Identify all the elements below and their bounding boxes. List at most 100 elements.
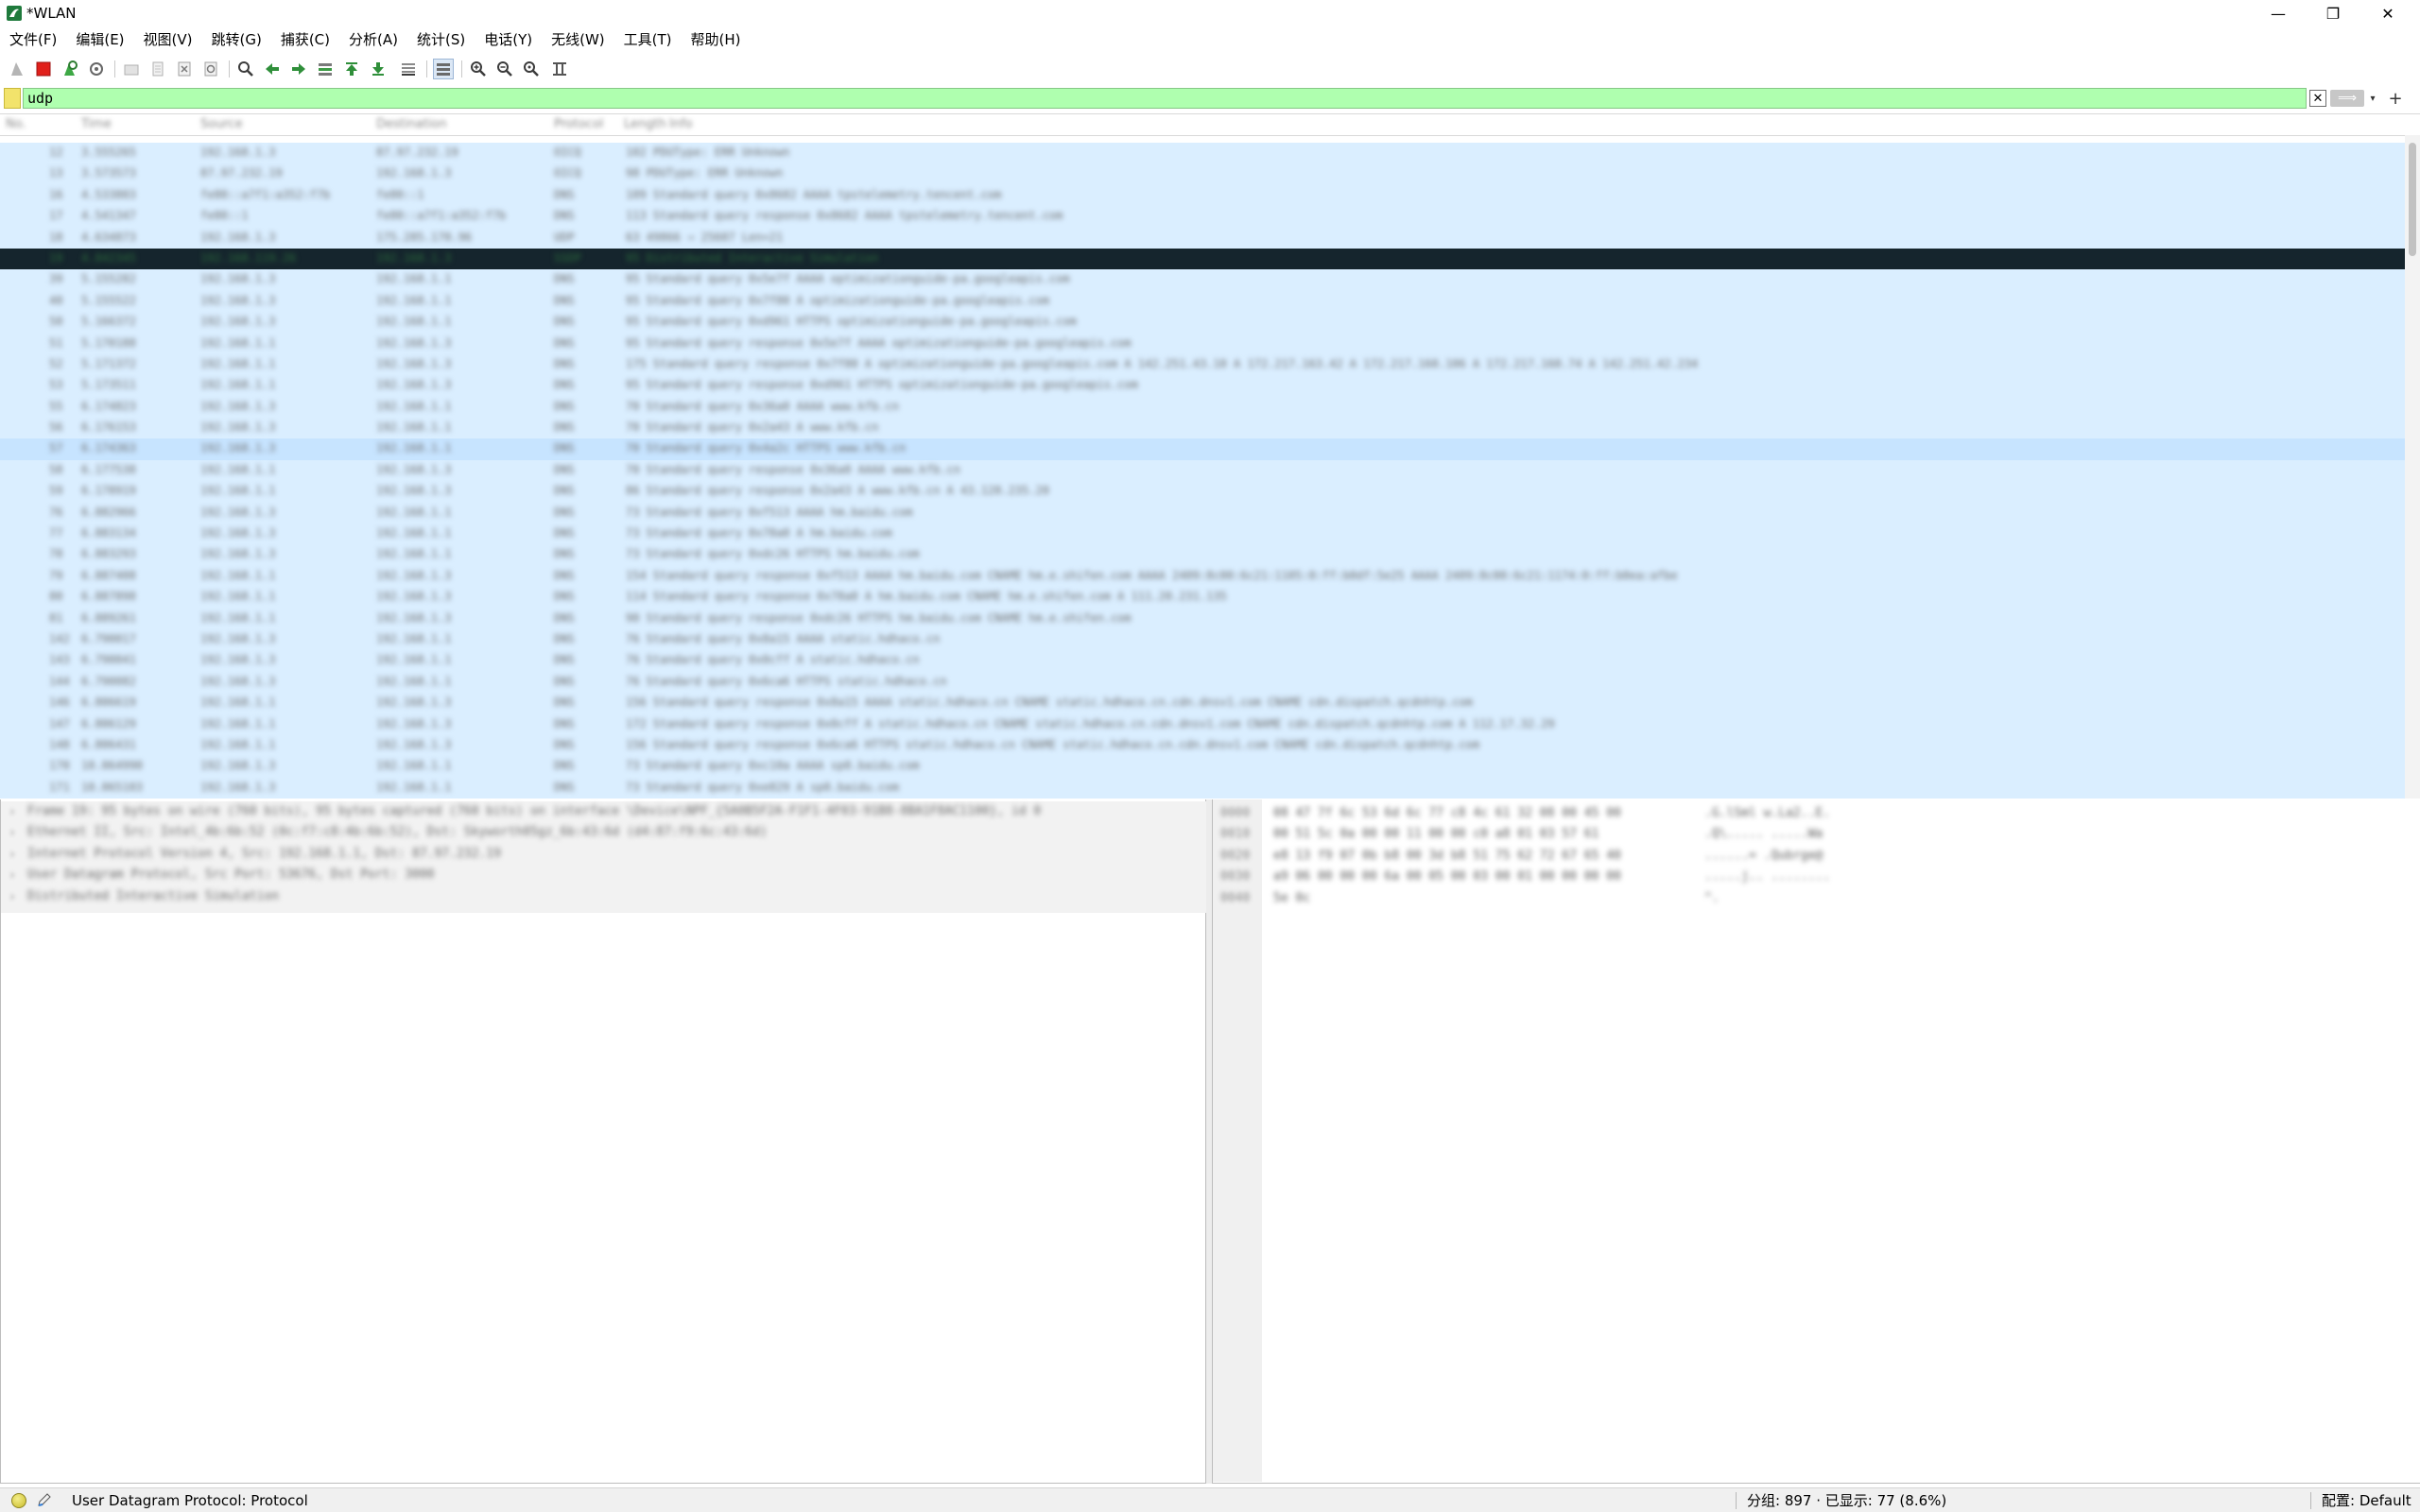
save-file-icon[interactable] <box>147 59 168 79</box>
packet-row[interactable]: 170 10.064990 192.168.1.3 192.168.1.1 DNS 73 … <box>0 756 2405 778</box>
packet-row[interactable]: 16 4.533803 fe80::a7f1:a352:f7b fe80::1 DNS 1… <box>0 184 2405 207</box>
menu-capture[interactable]: 捕获(C) <box>271 28 337 51</box>
packet-row[interactable]: 52 5.171372 192.168.1.1 192.168.1.3 DNS 175 S… <box>0 353 2405 376</box>
column-info[interactable]: Info <box>669 117 693 131</box>
shark-fin-start-icon[interactable] <box>7 59 27 79</box>
reload-file-icon[interactable] <box>200 59 221 79</box>
open-file-icon[interactable] <box>121 59 142 79</box>
column-no[interactable]: No. <box>6 117 26 131</box>
packet-row[interactable]: 171 10.065103 192.168.1.3 192.168.1.1 DNS 73 … <box>0 777 2405 799</box>
bookmark-icon[interactable] <box>4 88 21 109</box>
find-packet-icon[interactable] <box>235 59 256 79</box>
detail-tree-item[interactable]: › Internet Protocol Version 4, Src: 192.1… <box>1 844 1207 865</box>
clear-filter-button[interactable]: ✕ <box>2309 90 2326 107</box>
apply-filter-button[interactable]: ⟹ <box>2330 90 2364 107</box>
zoom-in-icon[interactable] <box>468 59 489 79</box>
packet-row[interactable]: 142 6.790017 192.168.1.3 192.168.1.1 DNS 76 S… <box>0 628 2405 651</box>
detail-tree-item[interactable]: › Ethernet II, Src: Intel_4b:6b:52 (0c:f7… <box>1 822 1207 843</box>
maximize-button[interactable]: ❐ <box>2306 0 2360 26</box>
packet-row[interactable]: 39 5.155282 192.168.1.3 192.168.1.1 DNS 95 St… <box>0 269 2405 291</box>
packet-row[interactable]: 51 5.170188 192.168.1.1 192.168.1.3 DNS 95 St… <box>0 333 2405 354</box>
packet-row[interactable]: 17 4.541347 fe80::1 fe80::a7f1:a352:f7b DNS 1… <box>0 206 2405 228</box>
add-filter-button[interactable]: + <box>2386 88 2405 109</box>
packet-row[interactable]: 18 4.634873 192.168.1.3 175.285.170.96 UDP 63… <box>0 227 2405 249</box>
packet-row[interactable]: 57 6.174363 192.168.1.3 192.168.1.1 DNS 70 St… <box>0 438 2405 460</box>
expand-chevron-icon[interactable]: › <box>9 848 16 862</box>
filter-history-dropdown[interactable]: ▾ <box>2366 90 2379 107</box>
column-protocol[interactable]: Protocol <box>554 117 603 131</box>
detail-tree-item[interactable]: › User Datagram Protocol, Src Port: 53676… <box>1 865 1207 885</box>
packet-row[interactable]: 76 6.882966 192.168.1.3 192.168.1.1 DNS 73 St… <box>0 502 2405 524</box>
column-source[interactable]: Source <box>200 117 243 131</box>
packet-row[interactable]: 56 6.176153 192.168.1.3 192.168.1.1 DNS 70 St… <box>0 418 2405 439</box>
expand-chevron-icon[interactable]: › <box>9 890 16 904</box>
packet-row[interactable]: 53 5.173511 192.168.1.1 192.168.1.3 DNS 95 St… <box>0 375 2405 397</box>
packet-row[interactable]: 58 6.177538 192.168.1.1 192.168.1.3 DNS 70 St… <box>0 459 2405 482</box>
packet-row[interactable]: 144 6.790082 192.168.1.3 192.168.1.1 DNS 76 S… <box>0 671 2405 694</box>
packet-row[interactable]: 40 5.155522 192.168.1.3 192.168.1.1 DNS 95 St… <box>0 290 2405 313</box>
column-time[interactable]: Time <box>81 117 112 131</box>
display-filter-input[interactable] <box>23 88 2307 109</box>
menu-wireless[interactable]: 无线(W) <box>542 28 613 51</box>
zoom-reset-icon[interactable] <box>521 59 542 79</box>
column-destination[interactable]: Destination <box>376 117 447 131</box>
autoscroll-icon[interactable] <box>398 59 419 79</box>
packet-row[interactable]: 143 6.790041 192.168.1.3 192.168.1.1 DNS 76 S… <box>0 650 2405 672</box>
expand-chevron-icon[interactable]: › <box>9 805 16 819</box>
resize-columns-icon[interactable] <box>549 59 570 79</box>
packet-row[interactable]: 59 6.178919 192.168.1.1 192.168.1.3 DNS 86 St… <box>0 481 2405 503</box>
packet-row[interactable]: 55 6.174823 192.168.1.3 192.168.1.1 DNS 70 St… <box>0 396 2405 419</box>
minimize-button[interactable]: — <box>2251 0 2306 26</box>
hex-dump-line[interactable]: 0030 a9 06 00 00 00 6a 00 05 00 03 00 01 … <box>1213 867 2420 887</box>
detail-tree-item[interactable]: › Distributed Interactive Simulation <box>1 886 1207 907</box>
hex-dump-line[interactable]: 0010 00 51 5c 0a 00 00 11 00 00 c0 a8 01 … <box>1213 824 2420 845</box>
hex-dump-line[interactable]: 0000 08 47 7f 6c 53 6d 6c 77 c8 4c 61 32 … <box>1213 803 2420 824</box>
packet-src-cell: 192.168.1.3 <box>200 780 276 794</box>
packet-row[interactable]: 12 3.555265 192.168.1.3 87.97.232.19 OICQ 102… <box>0 143 2405 164</box>
packet-row[interactable]: 81 6.889261 192.168.1.1 192.168.1.3 DNS 90 St… <box>0 608 2405 629</box>
hex-dump-line[interactable]: 0040 5e 0c ^. <box>1213 888 2420 909</box>
status-profile[interactable]: 配置: Default <box>2322 1492 2411 1509</box>
packet-row[interactable]: 77 6.883134 192.168.1.3 192.168.1.1 DNS 73 St… <box>0 524 2405 545</box>
expert-info-icon[interactable] <box>11 1493 26 1508</box>
column-length[interactable]: Length <box>624 117 666 131</box>
packet-row[interactable]: 147 6.806129 192.168.1.1 192.168.1.3 DNS 172 … <box>0 713 2405 735</box>
packet-row[interactable]: 146 6.806619 192.168.1.1 192.168.1.3 DNS 156 … <box>0 693 2405 714</box>
packet-row[interactable]: 79 6.887408 192.168.1.1 192.168.1.3 DNS 154 S… <box>0 565 2405 588</box>
menu-help[interactable]: 帮助(H) <box>682 28 749 51</box>
zoom-out-icon[interactable] <box>494 59 515 79</box>
packet-info-cell: 70 Standard query 0x2a43 A www.kfb.cn <box>626 421 879 435</box>
packet-row[interactable]: 50 5.166372 192.168.1.3 192.168.1.1 DNS 95 St… <box>0 312 2405 334</box>
packet-row[interactable]: 19 4.842345 192.168.119.26 192.168.1.3 SSDP 9… <box>0 248 2405 270</box>
menu-telephony[interactable]: 电话(Y) <box>475 28 540 51</box>
menu-go[interactable]: 跳转(G) <box>202 28 269 51</box>
menu-edit[interactable]: 编辑(E) <box>66 28 131 51</box>
restart-capture-icon[interactable] <box>60 59 80 79</box>
packet-list-scrollbar[interactable] <box>2405 135 2420 799</box>
go-forward-icon[interactable] <box>288 59 309 79</box>
go-back-icon[interactable] <box>262 59 283 79</box>
menu-view[interactable]: 视图(V) <box>134 28 200 51</box>
close-button[interactable]: ✕ <box>2360 0 2415 26</box>
go-last-icon[interactable] <box>368 59 389 79</box>
expand-chevron-icon[interactable]: › <box>9 868 16 883</box>
hex-dump-line[interactable]: 0020 e8 13 f9 07 0b b8 00 3d b8 51 75 62 … <box>1213 846 2420 867</box>
detail-tree-item[interactable]: › Frame 19: 95 bytes on wire (760 bits), … <box>1 801 1207 822</box>
packet-row[interactable]: 148 6.806431 192.168.1.1 192.168.1.3 DNS 156 … <box>0 734 2405 757</box>
menu-analyze[interactable]: 分析(A) <box>339 28 406 51</box>
packet-row[interactable]: 80 6.887898 192.168.1.1 192.168.1.3 DNS 114 S… <box>0 587 2405 609</box>
menu-statistics[interactable]: 统计(S) <box>407 28 473 51</box>
menu-file[interactable]: 文件(F) <box>0 28 64 51</box>
menu-tools[interactable]: 工具(T) <box>614 28 680 51</box>
go-first-icon[interactable] <box>341 59 362 79</box>
go-to-packet-icon[interactable] <box>315 59 336 79</box>
scrollbar-thumb[interactable] <box>2409 143 2416 256</box>
edit-comment-icon[interactable] <box>36 1492 53 1509</box>
expand-chevron-icon[interactable]: › <box>9 826 16 840</box>
colorize-icon[interactable] <box>433 59 454 79</box>
capture-options-icon[interactable] <box>86 59 107 79</box>
stop-capture-icon[interactable] <box>33 59 54 79</box>
packet-row[interactable]: 78 6.883293 192.168.1.3 192.168.1.1 DNS 73 St… <box>0 544 2405 566</box>
packet-row[interactable]: 13 3.573573 87.97.232.19 192.168.1.3 OICQ 98 … <box>0 163 2405 185</box>
close-file-icon[interactable] <box>174 59 195 79</box>
